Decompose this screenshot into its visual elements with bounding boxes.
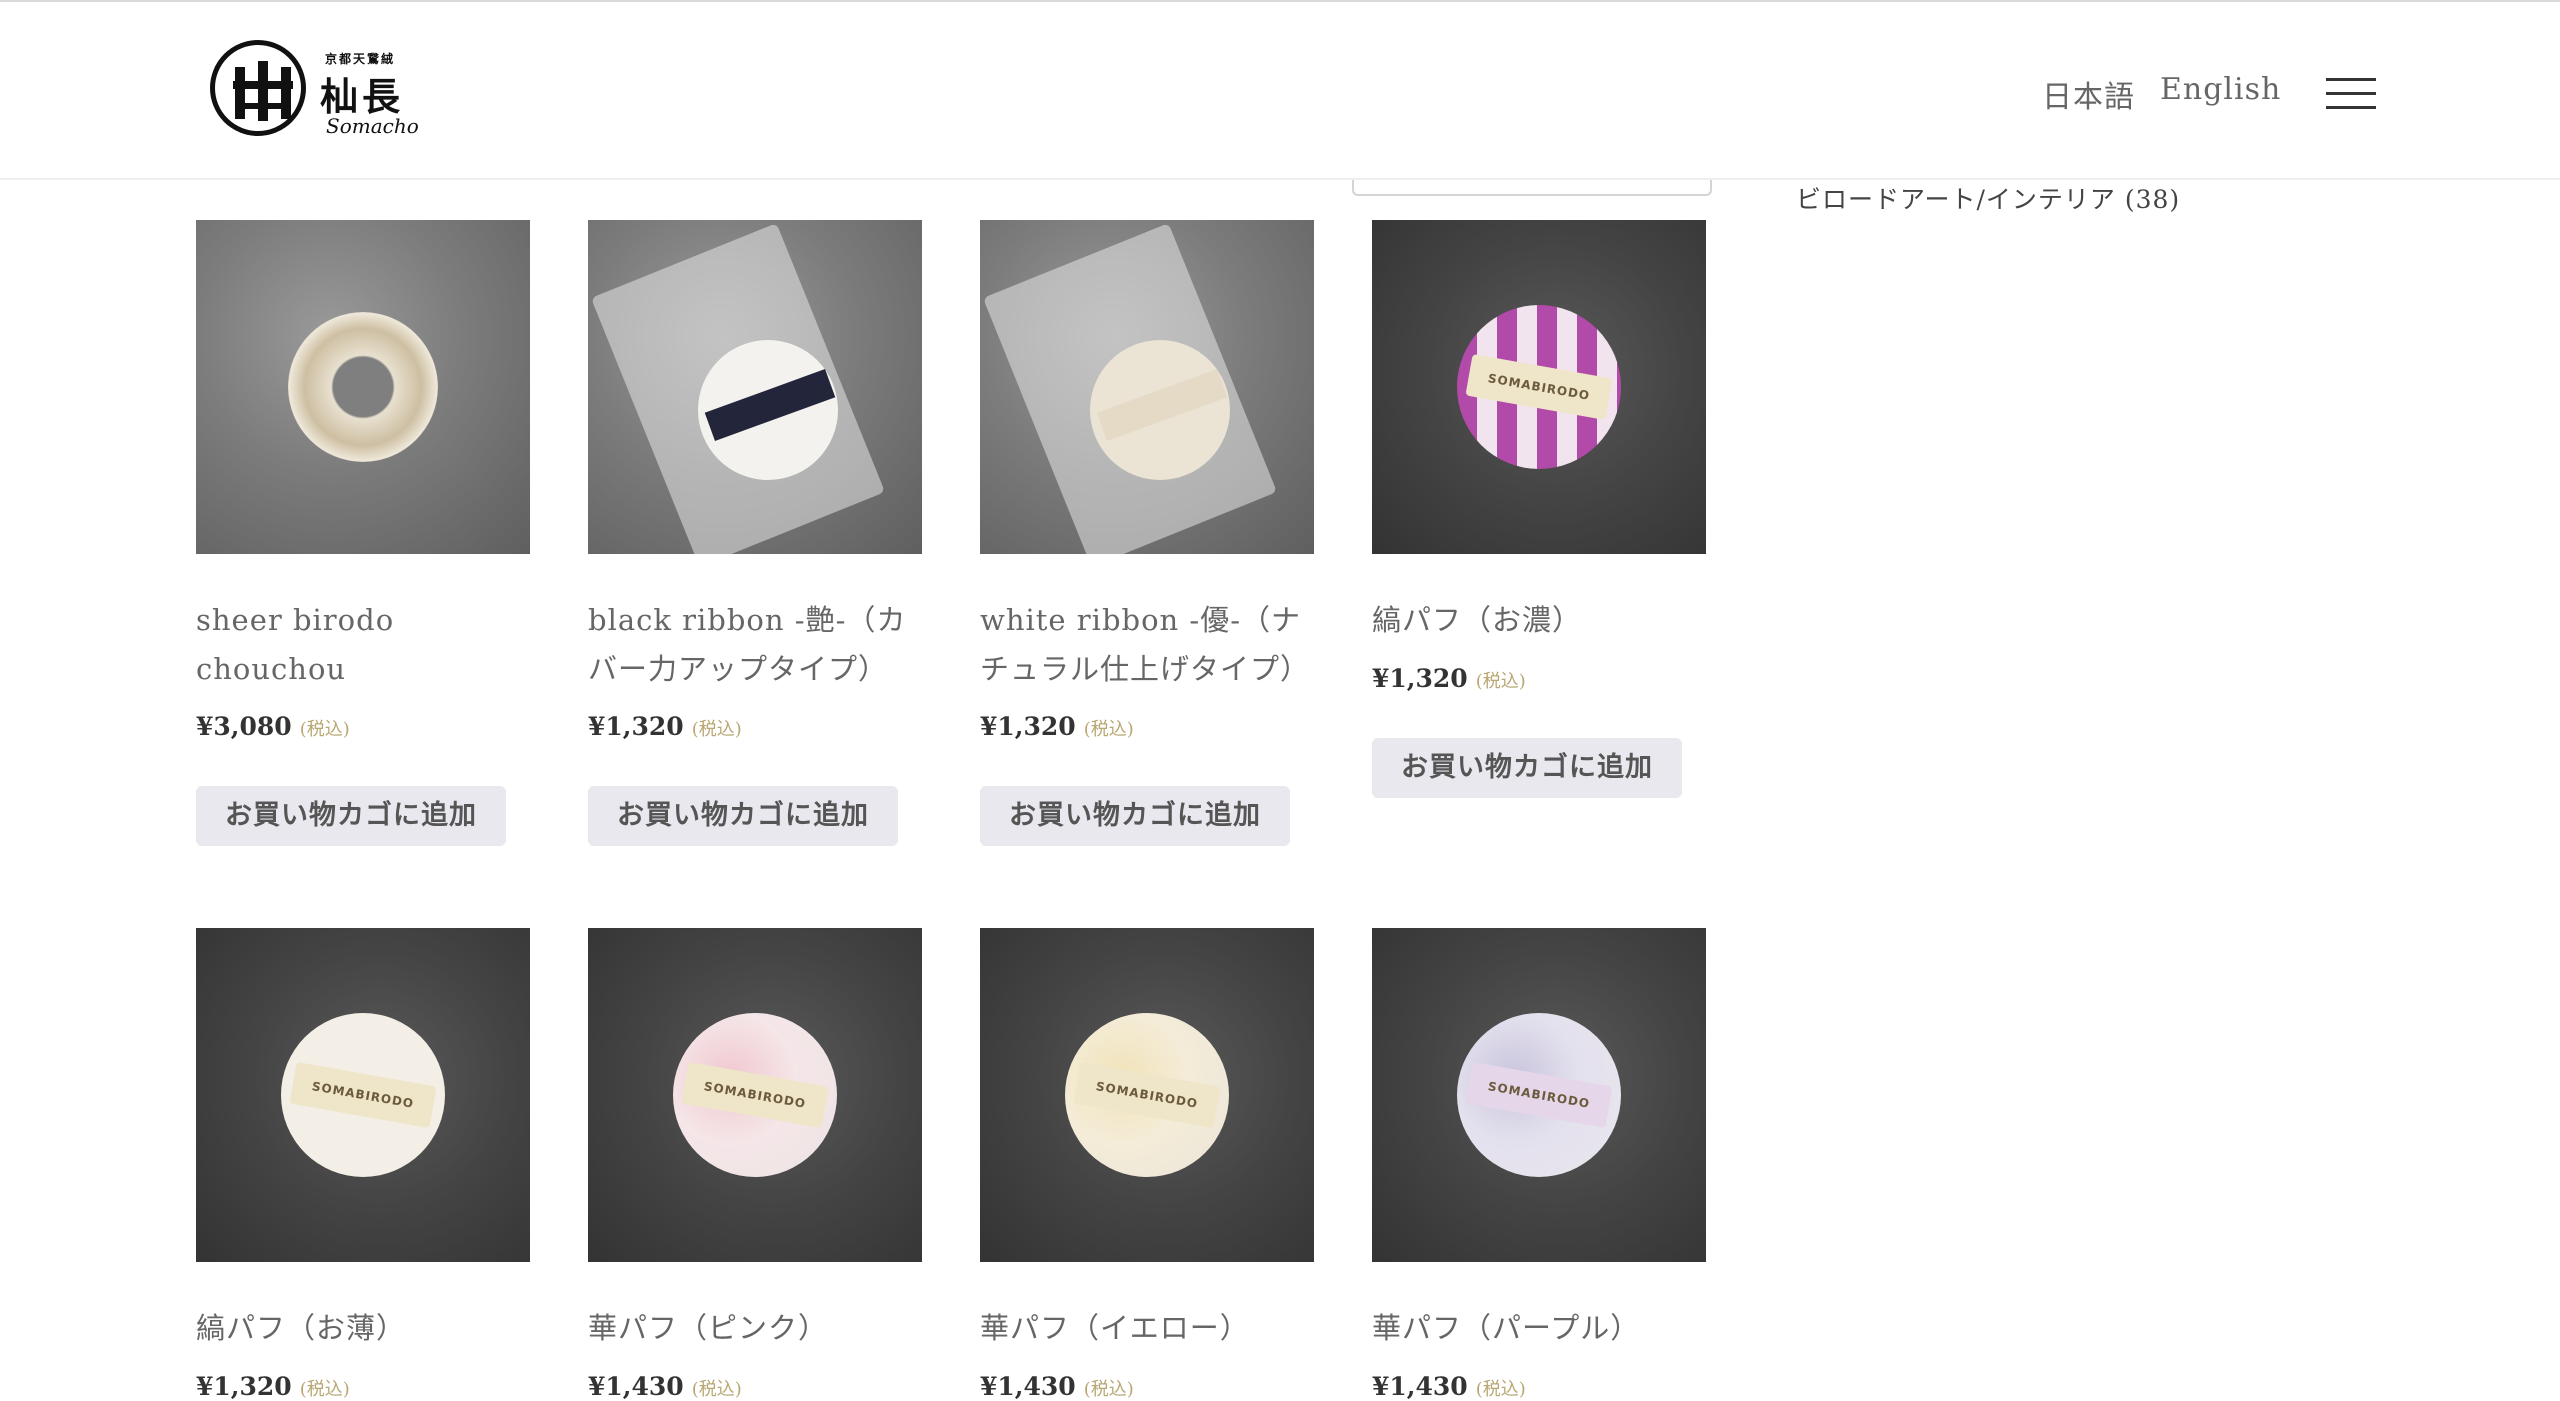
- language-japanese-link[interactable]: 日本語: [2042, 72, 2135, 116]
- product-name[interactable]: 華パフ（パープル）: [1372, 1304, 1706, 1353]
- tax-label: (税込): [299, 1379, 350, 1400]
- product-name[interactable]: 華パフ（ピンク）: [588, 1304, 922, 1353]
- product-image[interactable]: SOMABIRODO: [1372, 220, 1706, 554]
- price-value: ¥1,430: [980, 1372, 1076, 1401]
- site-header: 京都天鵞絨 杣長 Somacho 日本語 English: [0, 2, 2560, 180]
- price-value: ¥1,320: [588, 712, 684, 741]
- product-image[interactable]: [196, 220, 530, 554]
- product-price: ¥3,080 (税込): [196, 712, 350, 741]
- product-image[interactable]: SOMABIRODO: [196, 928, 530, 1262]
- logo-emblem-icon: [210, 40, 306, 136]
- price-value: ¥1,320: [980, 712, 1076, 741]
- product-price: ¥1,320 (税込): [196, 1372, 350, 1401]
- product-name[interactable]: black ribbon -艶-（カバー力アップタイプ）: [588, 596, 922, 694]
- product-name[interactable]: 華パフ（イエロー）: [980, 1304, 1314, 1353]
- product-image[interactable]: SOMABIRODO: [1372, 928, 1706, 1262]
- product-price: ¥1,320 (税込): [980, 712, 1134, 741]
- tax-label: (税込): [1083, 1379, 1134, 1400]
- product-image[interactable]: SOMABIRODO: [588, 928, 922, 1262]
- tax-label: (税込): [691, 719, 742, 740]
- product-name[interactable]: 縞パフ（お薄）: [196, 1304, 530, 1353]
- tax-label: (税込): [691, 1379, 742, 1400]
- logo-main-text: 杣長: [320, 74, 405, 119]
- add-to-cart-button[interactable]: お買い物カゴに追加: [1372, 738, 1682, 798]
- price-value: ¥1,430: [588, 1372, 684, 1401]
- price-value: ¥1,430: [1372, 1372, 1468, 1401]
- hamburger-menu-icon[interactable]: [2326, 78, 2376, 110]
- logo-mark-icon: [233, 61, 293, 121]
- logo-sub-text: Somacho: [326, 114, 419, 138]
- product-price: ¥1,430 (税込): [1372, 1372, 1526, 1401]
- sidebar-category-link[interactable]: ビロードアート/インテリア (38): [1796, 180, 2180, 216]
- product-name[interactable]: white ribbon -優-（ナチュラル仕上げタイプ）: [980, 596, 1314, 694]
- tax-label: (税込): [1083, 719, 1134, 740]
- product-image[interactable]: SOMABIRODO: [980, 928, 1314, 1262]
- price-value: ¥1,320: [1372, 664, 1468, 693]
- product-price: ¥1,430 (税込): [588, 1372, 742, 1401]
- price-value: ¥3,080: [196, 712, 292, 741]
- somacho-logo[interactable]: 京都天鵞絨 杣長 Somacho: [210, 40, 419, 146]
- logo-small-text: 京都天鵞絨: [325, 52, 396, 66]
- language-english-link[interactable]: English: [2160, 72, 2281, 107]
- tax-label: (税込): [1475, 1379, 1526, 1400]
- product-price: ¥1,320 (税込): [588, 712, 742, 741]
- product-image[interactable]: [588, 220, 922, 554]
- price-value: ¥1,320: [196, 1372, 292, 1401]
- add-to-cart-button[interactable]: お買い物カゴに追加: [588, 786, 898, 846]
- add-to-cart-button[interactable]: お買い物カゴに追加: [196, 786, 506, 846]
- scrunchie-image: [288, 312, 438, 462]
- tax-label: (税込): [299, 719, 350, 740]
- product-name[interactable]: 縞パフ（お濃）: [1372, 596, 1706, 645]
- add-to-cart-button[interactable]: お買い物カゴに追加: [980, 786, 1290, 846]
- product-image[interactable]: [980, 220, 1314, 554]
- product-price: ¥1,430 (税込): [980, 1372, 1134, 1401]
- tax-label: (税込): [1475, 671, 1526, 692]
- product-price: ¥1,320 (税込): [1372, 664, 1526, 693]
- product-name[interactable]: sheer birodo chouchou: [196, 596, 530, 694]
